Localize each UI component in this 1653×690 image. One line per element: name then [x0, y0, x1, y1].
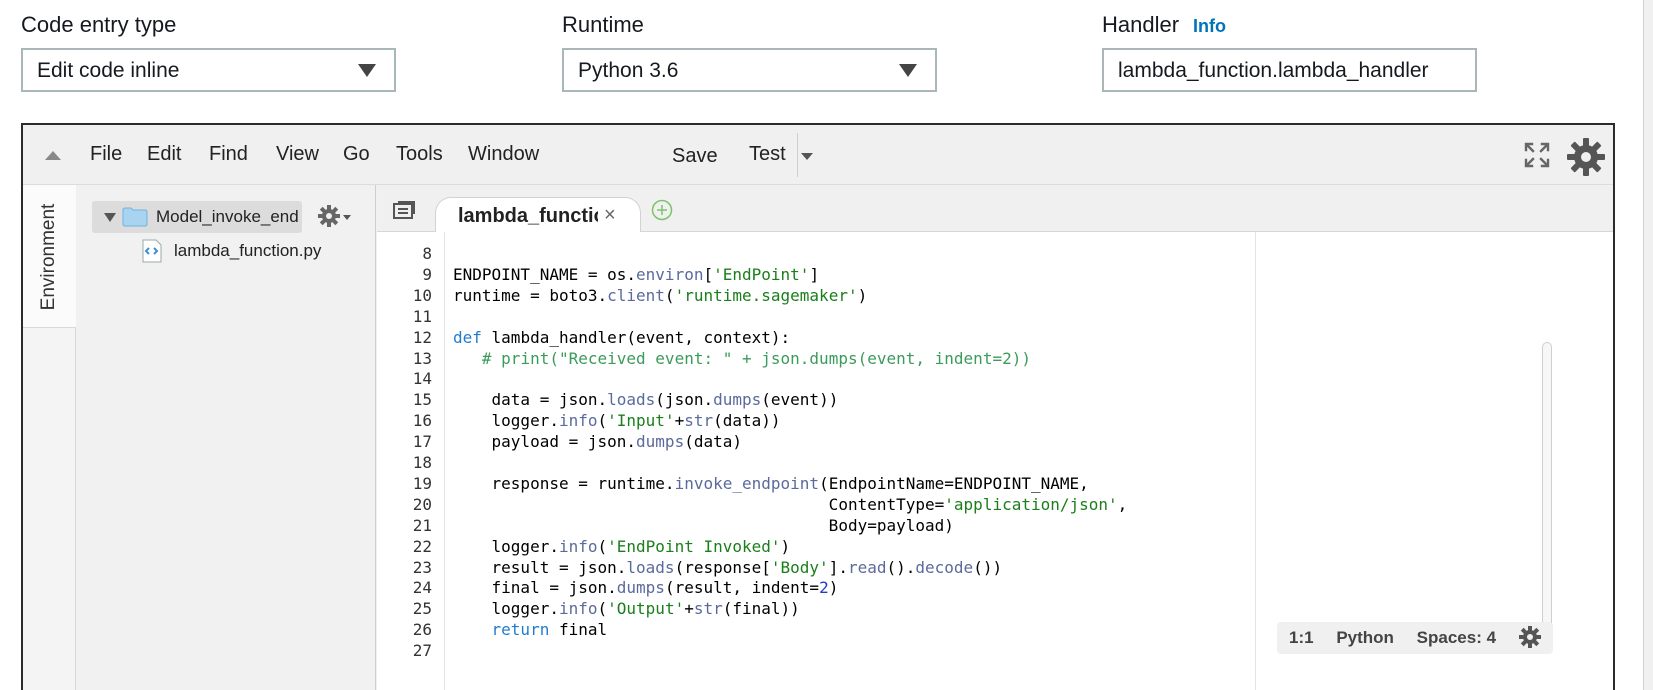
- line-number: 20: [412, 494, 432, 514]
- line-number: 25: [412, 599, 432, 619]
- environment-tab-label: Environment: [38, 203, 59, 311]
- code-entry-type-select[interactable]: Edit code inline: [21, 48, 396, 92]
- line-number: 24: [412, 578, 432, 598]
- tree-file-lambda-function[interactable]: lambda_function.py: [174, 241, 321, 261]
- tab-lambda-function[interactable]: lambda_function ×: [435, 197, 641, 233]
- tree-gear-caret-icon[interactable]: [343, 215, 351, 220]
- code-editor[interactable]: 8 9 10 11 12 13 14 15 16 17 18 19 20 21 22 23 24 25 26 27 E…: [377, 232, 1613, 690]
- line-number: 27: [412, 641, 432, 661]
- line-number: 22: [412, 536, 432, 556]
- tree-root-label: Model_invoke_endpoint: [156, 207, 298, 226]
- editor-statusbar: 1:1 Python Spaces: 4: [1277, 622, 1553, 654]
- handler-value: lambda_function.lambda_handler: [1118, 59, 1429, 82]
- collapse-up-icon[interactable]: [45, 151, 61, 160]
- environment-tab[interactable]: Environment: [23, 185, 76, 328]
- test-divider: [797, 133, 798, 177]
- line-number: 19: [412, 473, 432, 493]
- code-entry-type-value: Edit code inline: [37, 59, 180, 82]
- expand-caret-icon[interactable]: [104, 213, 116, 222]
- line-number: 16: [412, 411, 432, 431]
- menu-tools[interactable]: Tools: [396, 143, 443, 166]
- menu-edit[interactable]: Edit: [147, 143, 181, 166]
- side-panel-strip: Environment: [23, 185, 76, 690]
- handler-label-row: Handler Info: [1102, 12, 1226, 38]
- folder-icon: [122, 207, 148, 227]
- runtime-label: Runtime: [562, 12, 644, 37]
- chevron-down-icon: [899, 64, 917, 77]
- menu-window[interactable]: Window: [468, 143, 539, 166]
- line-number-gutter: 8 9 10 11 12 13 14 15 16 17 18 19 20 21 22 23 24 25 26 27: [377, 232, 445, 690]
- cloud9-editor: File Edit Find View Go Tools Window Save…: [21, 123, 1615, 690]
- code-line: response = runtime.invoke_endpoint(Endpo…: [453, 473, 1089, 493]
- cursor-position[interactable]: 1:1: [1289, 628, 1314, 647]
- editor-settings-gear-icon[interactable]: [1518, 625, 1541, 648]
- handler-info-link[interactable]: Info: [1193, 16, 1226, 36]
- test-dropdown-icon[interactable]: [801, 153, 813, 160]
- code-entry-type-label: Code entry type: [21, 12, 177, 37]
- code-line: payload = json.dumps(data): [453, 432, 742, 452]
- editor-area: lambda_function × 8910111213141516171819…: [377, 185, 1613, 690]
- tab-list-icon[interactable]: [393, 201, 415, 219]
- close-icon[interactable]: ×: [604, 204, 616, 227]
- code-line: result = json.loads(response['Body'].rea…: [453, 557, 1003, 577]
- line-number: 14: [412, 369, 432, 389]
- tree-root-folder[interactable]: Model_invoke_endpoint: [92, 201, 302, 233]
- code-line: data = json.loads(json.dumps(event)): [453, 390, 839, 410]
- code-line: return final: [491, 620, 608, 640]
- handler-input[interactable]: lambda_function.lambda_handler: [1102, 48, 1477, 92]
- line-number: 26: [412, 620, 432, 640]
- menu-find[interactable]: Find: [209, 143, 248, 166]
- python-file-icon: [142, 239, 162, 263]
- tree-settings-gear-icon[interactable]: [318, 205, 340, 227]
- line-number: 8: [422, 244, 432, 263]
- code-line: logger.info('Output'+str(final)): [453, 599, 800, 619]
- tab-label: lambda_function: [458, 205, 598, 227]
- line-number: 13: [412, 348, 432, 368]
- indent-setting[interactable]: Spaces: 4: [1417, 628, 1496, 647]
- line-number: 21: [412, 515, 432, 535]
- line-number: 10: [412, 285, 432, 305]
- language-mode[interactable]: Python: [1336, 628, 1394, 647]
- code-line: ContentType='application/json',: [453, 494, 1128, 514]
- line-number: 11: [412, 306, 432, 326]
- menu-view[interactable]: View: [276, 143, 319, 166]
- line-number: 18: [412, 453, 432, 472]
- line-number: 9: [422, 264, 432, 284]
- runtime-value: Python 3.6: [578, 59, 679, 82]
- code-line: # print("Received event: " + json.dumps(…: [481, 348, 1031, 368]
- code-line: def lambda_handler(event, context):: [453, 327, 791, 347]
- page-scrollbar[interactable]: [1643, 0, 1653, 690]
- save-button[interactable]: Save: [672, 145, 718, 168]
- code-line: Body=payload): [453, 515, 954, 535]
- chevron-down-icon: [358, 64, 376, 77]
- line-number: 15: [412, 390, 432, 410]
- add-tab-icon[interactable]: [651, 199, 673, 221]
- file-tree: Model_invoke_endpoint lambda_function.py: [76, 185, 376, 690]
- test-button[interactable]: Test: [749, 143, 786, 166]
- code-line: ENDPOINT_NAME = os.environ['EndPoint']: [453, 264, 820, 284]
- handler-label: Handler: [1102, 12, 1180, 37]
- editor-tabbar: lambda_function ×: [377, 185, 1613, 233]
- fullscreen-icon[interactable]: [1523, 141, 1551, 169]
- runtime-select[interactable]: Python 3.6: [562, 48, 937, 92]
- settings-gear-icon[interactable]: [1566, 137, 1606, 177]
- code-line: runtime = boto3.client('runtime.sagemake…: [453, 285, 868, 305]
- line-number: 12: [412, 327, 432, 347]
- code-line: logger.info('EndPoint Invoked'): [453, 536, 791, 556]
- code-line: final = json.dumps(result, indent=2): [453, 578, 839, 598]
- ide-menubar: File Edit Find View Go Tools Window Save…: [23, 125, 1613, 185]
- line-number: 23: [412, 557, 432, 577]
- vertical-scrollbar[interactable]: [1542, 342, 1552, 630]
- menu-go[interactable]: Go: [343, 143, 370, 166]
- line-number: 17: [412, 432, 432, 452]
- code-line: logger.info('Input'+str(data)): [453, 411, 781, 431]
- menu-file[interactable]: File: [90, 143, 122, 166]
- print-margin: [1255, 232, 1256, 690]
